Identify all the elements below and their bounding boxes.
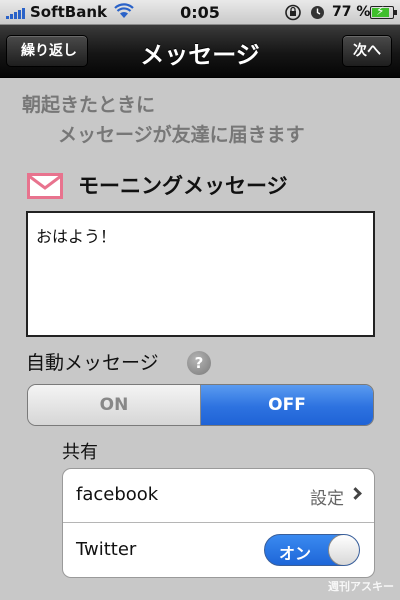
intro-line-1: 朝起きたときに <box>22 94 156 116</box>
message-textarea[interactable]: おはよう！ <box>26 211 375 337</box>
toggle-on-label: オン <box>279 544 312 563</box>
chevron-right-icon <box>349 487 362 500</box>
status-bar: SoftBank 0:05 77 % ⚡ <box>0 0 400 25</box>
alarm-icon <box>311 6 324 19</box>
morning-message-title: モーニングメッセージ <box>78 174 288 198</box>
intro-text: 朝起きたときに メッセージが友達に届きます <box>22 90 305 150</box>
help-icon[interactable]: ? <box>187 351 211 375</box>
auto-message-segmented-control: ON OFF <box>27 384 374 426</box>
auto-message-label: 自動メッセージ <box>26 352 159 374</box>
twitter-label: Twitter <box>76 539 137 560</box>
segment-on[interactable]: ON <box>28 385 201 425</box>
navigation-bar: 繰り返し メッセージ 次へ <box>0 25 400 78</box>
segment-off[interactable]: OFF <box>201 385 373 425</box>
battery-percent: 77 % <box>332 4 371 20</box>
watermark: 週刊アスキー <box>328 580 394 593</box>
facebook-label: facebook <box>76 484 159 505</box>
facebook-setting-value: 設定 <box>310 489 344 509</box>
battery-charging-icon: ⚡ <box>370 4 397 19</box>
facebook-row[interactable]: facebook 設定 <box>63 469 374 523</box>
toggle-knob[interactable] <box>328 535 359 565</box>
twitter-toggle[interactable]: オン <box>264 534 360 566</box>
message-text: おはよう！ <box>36 227 117 246</box>
mail-icon <box>27 173 63 199</box>
page-title: メッセージ <box>140 41 260 69</box>
rotation-lock-icon <box>285 4 301 21</box>
intro-line-2: メッセージが友達に届きます <box>58 124 305 146</box>
next-button[interactable]: 次へ <box>342 35 392 67</box>
share-settings-group: facebook 設定 Twitter オン <box>62 468 375 578</box>
share-section-label: 共有 <box>62 442 98 463</box>
twitter-row: Twitter オン <box>63 524 374 577</box>
